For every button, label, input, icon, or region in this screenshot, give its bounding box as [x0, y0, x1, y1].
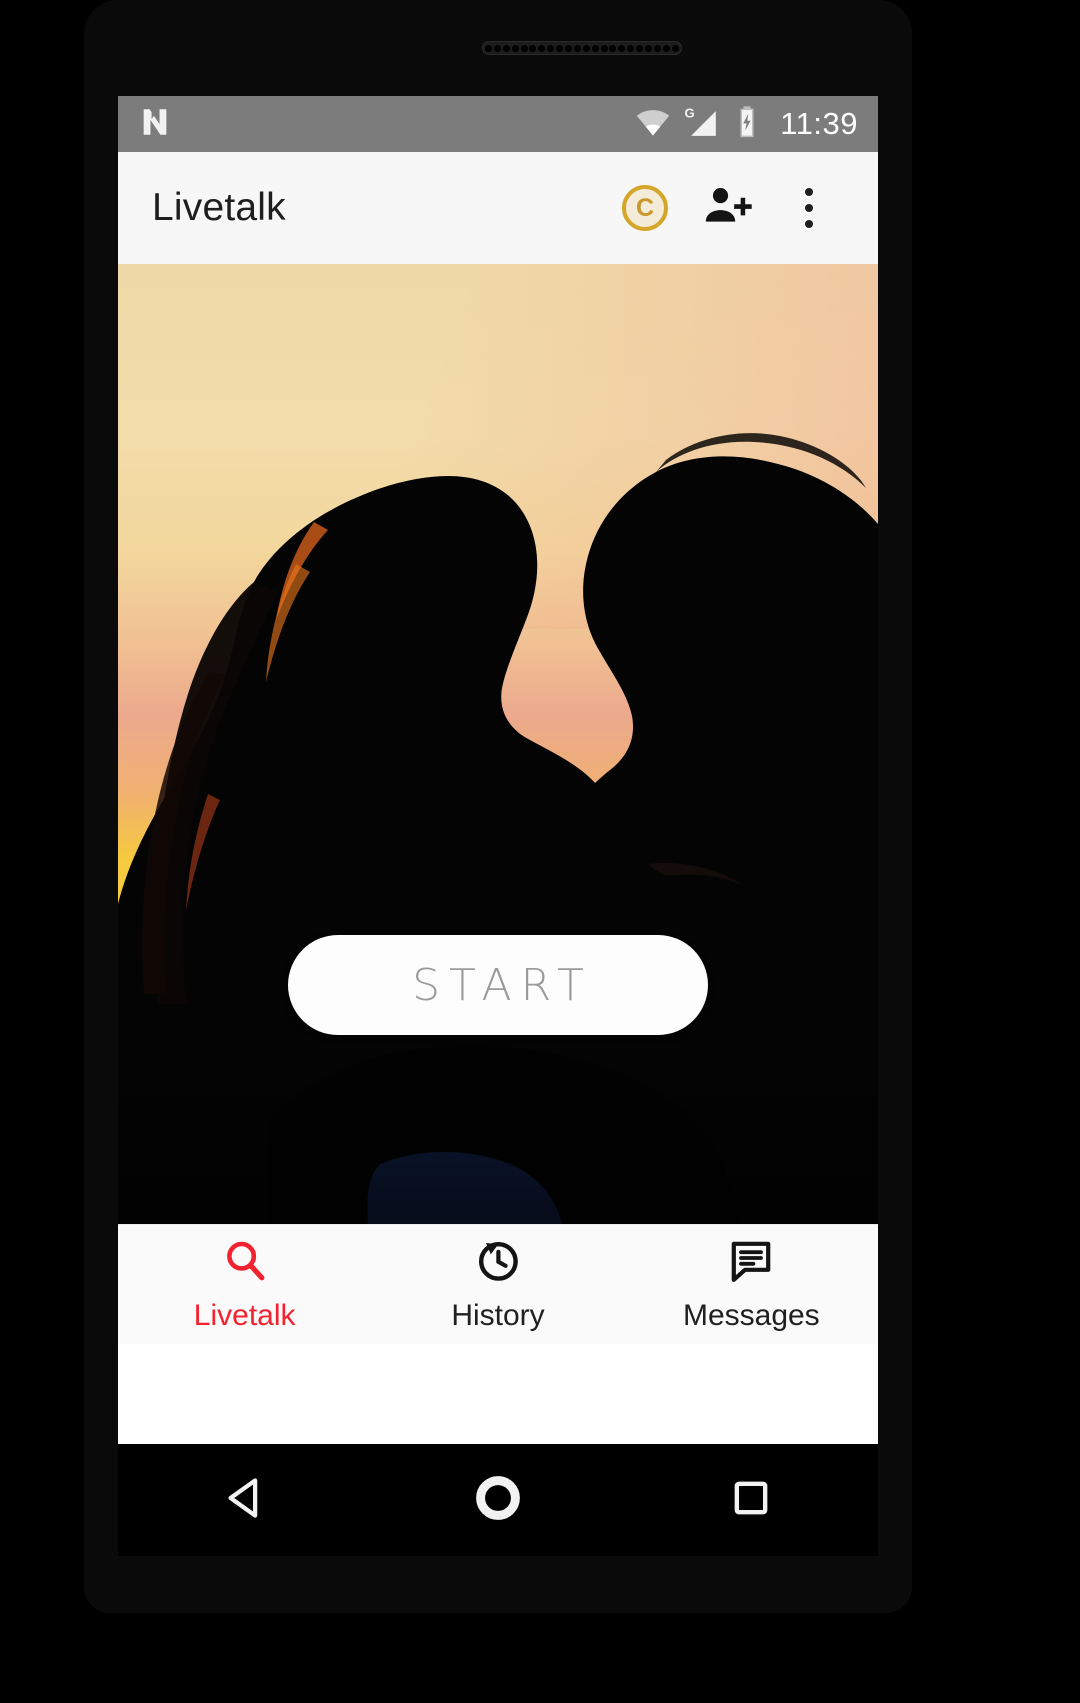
app-bar-actions: C: [608, 171, 846, 245]
back-button[interactable]: [118, 1471, 371, 1530]
status-bar-left: [138, 105, 172, 144]
coins-button[interactable]: C: [608, 171, 682, 245]
wifi-icon: [636, 107, 670, 142]
coin-icon: C: [622, 185, 668, 231]
more-vertical-icon: [779, 188, 839, 228]
svg-text:G: G: [685, 106, 695, 121]
cell-signal-icon: G: [684, 105, 720, 143]
nav-label-history: History: [451, 1298, 545, 1332]
app-title: Livetalk: [152, 186, 286, 229]
start-button-label: START: [412, 959, 593, 1011]
app-bar: Livetalk C: [118, 152, 878, 264]
recents-square-icon: [726, 1473, 776, 1528]
android-n-logo-icon: [138, 105, 172, 144]
overflow-menu-button[interactable]: [772, 171, 846, 245]
add-friend-button[interactable]: [690, 171, 764, 245]
nav-item-history[interactable]: History: [371, 1225, 624, 1344]
status-bar-right: G 11:39: [636, 105, 858, 144]
home-button[interactable]: [371, 1469, 624, 1532]
recents-button[interactable]: [625, 1473, 878, 1528]
home-circle-icon: [469, 1469, 527, 1532]
couple-silhouette: [118, 433, 878, 1224]
start-button[interactable]: START: [288, 935, 708, 1035]
nav-label-livetalk: Livetalk: [193, 1298, 296, 1332]
battery-charging-icon: [734, 105, 760, 144]
status-bar-clock: 11:39: [780, 106, 858, 141]
message-icon: [727, 1237, 775, 1290]
nav-item-livetalk[interactable]: Livetalk: [118, 1225, 371, 1344]
phone-screen: G 11:39 Livetalk C START Livetalk Histor…: [118, 96, 878, 1444]
android-system-navigation: [118, 1444, 878, 1556]
nav-item-messages[interactable]: Messages: [625, 1225, 878, 1344]
status-bar: G 11:39: [118, 96, 878, 152]
nav-label-messages: Messages: [682, 1298, 820, 1332]
back-triangle-icon: [218, 1471, 272, 1530]
person-add-icon: [701, 180, 753, 237]
history-icon: [474, 1237, 522, 1290]
speaker-grille: [482, 41, 682, 55]
bottom-navigation: Livetalk History Messages: [118, 1224, 878, 1344]
search-icon: [221, 1237, 269, 1290]
hero-photo: START: [118, 264, 878, 1224]
